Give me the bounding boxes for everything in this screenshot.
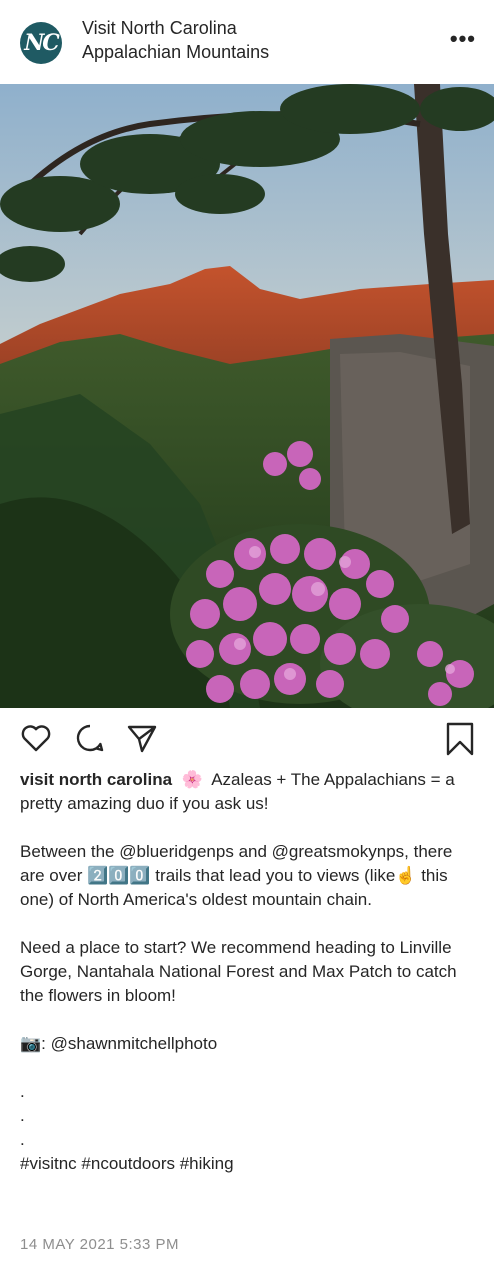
post-timestamp: 14 MAY 2021 5:33 PM (20, 1236, 180, 1253)
account-block: Visit North Carolina Appalachian Mountai… (82, 16, 269, 64)
caption-text: 🌸 Azaleas + The Appalachians = a pretty … (20, 770, 457, 1173)
post-actions (0, 722, 494, 762)
bookmark-icon[interactable] (444, 722, 476, 761)
heart-icon[interactable] (20, 722, 52, 759)
landscape-photo (0, 84, 494, 708)
location-link[interactable]: Appalachian Mountains (82, 40, 269, 64)
caption-username[interactable]: visit north carolina (20, 770, 172, 789)
post-header: NC Visit North Carolina Appalachian Moun… (0, 0, 494, 84)
account-name[interactable]: Visit North Carolina (82, 16, 269, 40)
more-options-icon[interactable]: ••• (450, 28, 476, 50)
post-caption: visit north carolina 🌸 Azaleas + The App… (20, 768, 480, 1176)
post-photo[interactable] (0, 84, 494, 708)
comment-bubble-icon[interactable] (74, 722, 106, 759)
avatar[interactable]: NC (20, 22, 62, 64)
paper-plane-icon[interactable] (126, 722, 158, 759)
